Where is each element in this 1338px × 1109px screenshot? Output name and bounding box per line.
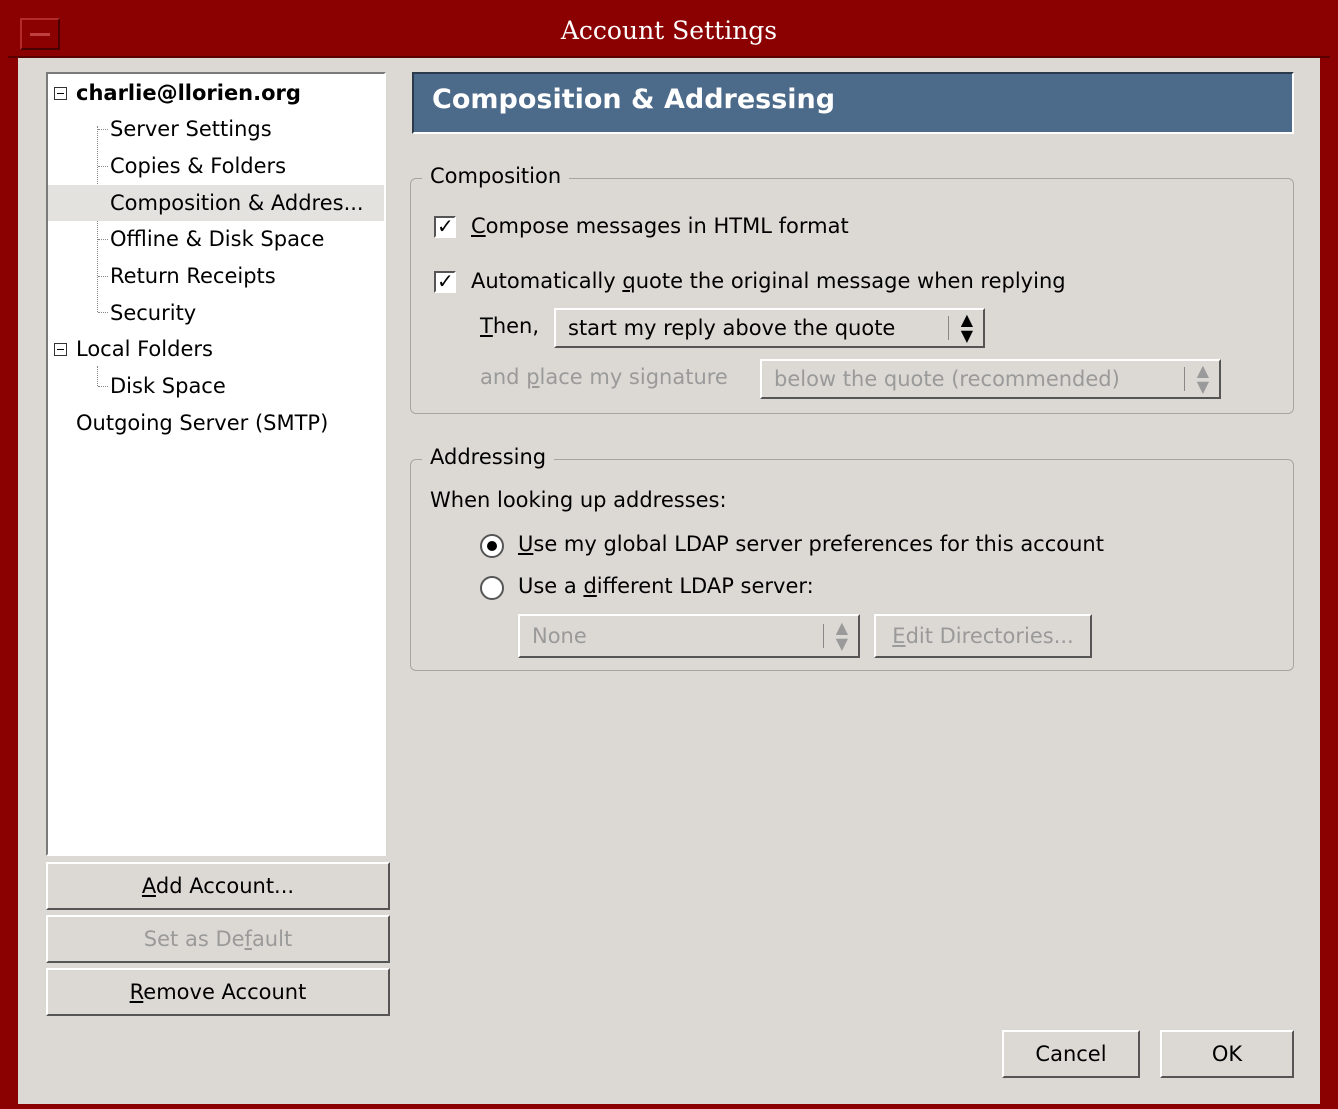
tree-item-outgoing-server[interactable]: Outgoing Server (SMTP): [76, 405, 328, 441]
remove-account-button[interactable]: Remove Account: [46, 968, 390, 1016]
collapse-icon[interactable]: [54, 87, 67, 100]
tree-item-composition-addressing[interactable]: Composition & Addres...: [48, 185, 384, 221]
tree-item-label: Server Settings: [110, 117, 272, 141]
tree-item-copies-folders[interactable]: Copies & Folders: [110, 148, 286, 184]
addressing-legend: Addressing: [422, 445, 555, 469]
tree-item-label: Composition & Addres...: [110, 191, 364, 215]
signature-position-select[interactable]: below the quote (recommended) ▲ ▼: [760, 359, 1221, 399]
tree-item-label: Security: [110, 301, 197, 325]
tree-item-return-receipts[interactable]: Return Receipts: [110, 258, 276, 294]
composition-legend: Composition: [422, 164, 570, 188]
edit-directories-button[interactable]: Edit Directories...: [874, 614, 1092, 658]
tree-item-label: Copies & Folders: [110, 154, 287, 178]
tree-item-label: Outgoing Server (SMTP): [76, 411, 329, 435]
select-arrows-icon: ▲ ▼: [960, 310, 973, 345]
ok-button[interactable]: OK: [1160, 1030, 1294, 1078]
signature-label: and place my signature: [480, 365, 728, 389]
reply-position-select[interactable]: start my reply above the quote ▲ ▼: [554, 308, 985, 348]
tree-item-disk-space[interactable]: Disk Space: [110, 368, 226, 404]
title-bar[interactable]: Account Settings: [8, 8, 1330, 58]
tree-item-label: Return Receipts: [110, 264, 276, 288]
tree-item-label: charlie@llorien.org: [76, 81, 301, 105]
account-settings-window: Account Settings charlie@llorien.org Ser…: [0, 0, 1338, 1109]
auto-quote-label[interactable]: Automatically quote the original message…: [471, 269, 1066, 293]
use-global-ldap-radio[interactable]: [480, 534, 504, 558]
tree-item-label: Offline & Disk Space: [110, 227, 325, 251]
then-label: Then,: [480, 314, 540, 338]
window-title: Account Settings: [560, 16, 778, 45]
html-format-label[interactable]: Compose messages in HTML format: [471, 214, 849, 238]
add-account-button[interactable]: Add Account...: [46, 862, 390, 910]
tree-item-server-settings[interactable]: Server Settings: [110, 111, 272, 147]
set-as-default-button[interactable]: Set as Default: [46, 915, 390, 963]
use-global-ldap-label[interactable]: Use my global LDAP server preferences fo…: [518, 532, 1104, 556]
lookup-label: When looking up addresses:: [430, 488, 727, 512]
tree-item-label: Disk Space: [110, 374, 226, 398]
collapse-icon[interactable]: [54, 343, 67, 356]
use-different-ldap-label[interactable]: Use a different LDAP server:: [518, 574, 814, 598]
panel-header: Composition & Addressing: [412, 72, 1294, 134]
select-arrows-icon: ▲ ▼: [1196, 361, 1209, 396]
dialog-client-area: charlie@llorien.org Server Settings Copi…: [18, 58, 1320, 1104]
tree-item-label: Local Folders: [76, 337, 213, 361]
cancel-button[interactable]: Cancel: [1002, 1030, 1140, 1078]
tree-item-security[interactable]: Security: [110, 295, 196, 331]
auto-quote-checkbox[interactable]: [434, 269, 456, 293]
use-different-ldap-radio[interactable]: [480, 576, 504, 600]
tree-item-offline-disk-space[interactable]: Offline & Disk Space: [110, 221, 324, 257]
select-arrows-icon: ▲ ▼: [835, 618, 848, 653]
html-format-checkbox[interactable]: [434, 214, 456, 238]
panel-title: Composition & Addressing: [432, 84, 836, 115]
account-tree[interactable]: charlie@llorien.org Server Settings Copi…: [46, 72, 386, 856]
ldap-server-select[interactable]: None ▲ ▼: [518, 614, 860, 658]
